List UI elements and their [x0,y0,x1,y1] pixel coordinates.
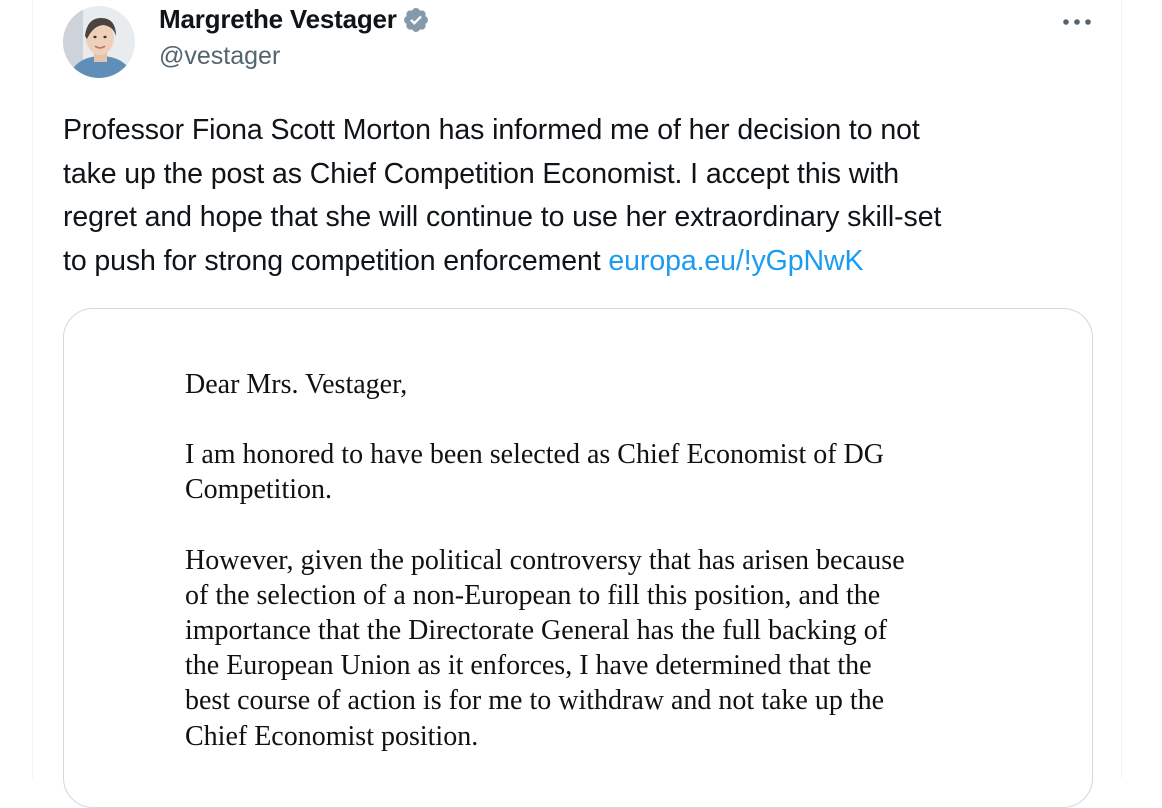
tweet[interactable]: Margrethe Vestager @vestager Professor F… [32,0,1122,808]
letter-greeting: Dear Mrs. Vestager, [185,367,905,402]
tweet-text-line: take up the post as Chief Competition Ec… [63,157,900,190]
tweet-text-line: regret and hope that she will continue t… [63,201,942,233]
more-horizontal-icon [1063,19,1091,25]
more-options-button[interactable] [1057,8,1097,36]
letter-line: the European Union as it enforces, I hav… [185,650,872,682]
letter-line: Dear Mrs. Vestager, [185,369,408,400]
author-display-name[interactable]: Margrethe Vestager [159,4,397,35]
letter-line: importance that the Directorate General … [185,615,888,647]
author-handle[interactable]: @vestager [159,42,280,71]
letter-line: of the selection of a non-European to fi… [185,579,881,611]
profile-photo-icon [63,6,135,78]
letter-line: best course of action is for me to withd… [185,685,885,717]
letter-line: I am honored to have been selected as Ch… [185,439,885,471]
tweet-text-line: Professor Fiona Scott Morton has informe… [63,114,920,146]
tweet-link[interactable]: europa.eu/!yGpNwK [608,245,863,277]
tweet-text-line: to push for strong competition enforceme… [63,240,1093,284]
letter-paragraph: I am honored to have been selected as Ch… [185,437,905,507]
attached-image[interactable]: Dear Mrs. Vestager, I am honored to have… [63,308,1093,808]
letter-line: Competition. [185,474,332,506]
verified-badge-icon [403,7,428,32]
letter-line: However, given the political controversy… [185,544,905,576]
letter-document: Dear Mrs. Vestager, I am honored to have… [185,367,905,789]
letter-line: Chief Economist position. [185,720,479,752]
letter-paragraph: However, given the political controversy… [185,543,905,754]
tweet-text-segment: to push for strong competition enforceme… [63,244,601,277]
tweet-text: Professor Fiona Scott Morton has informe… [63,109,1093,283]
author-name-row[interactable]: Margrethe Vestager [159,4,430,35]
author-avatar[interactable] [63,6,135,78]
